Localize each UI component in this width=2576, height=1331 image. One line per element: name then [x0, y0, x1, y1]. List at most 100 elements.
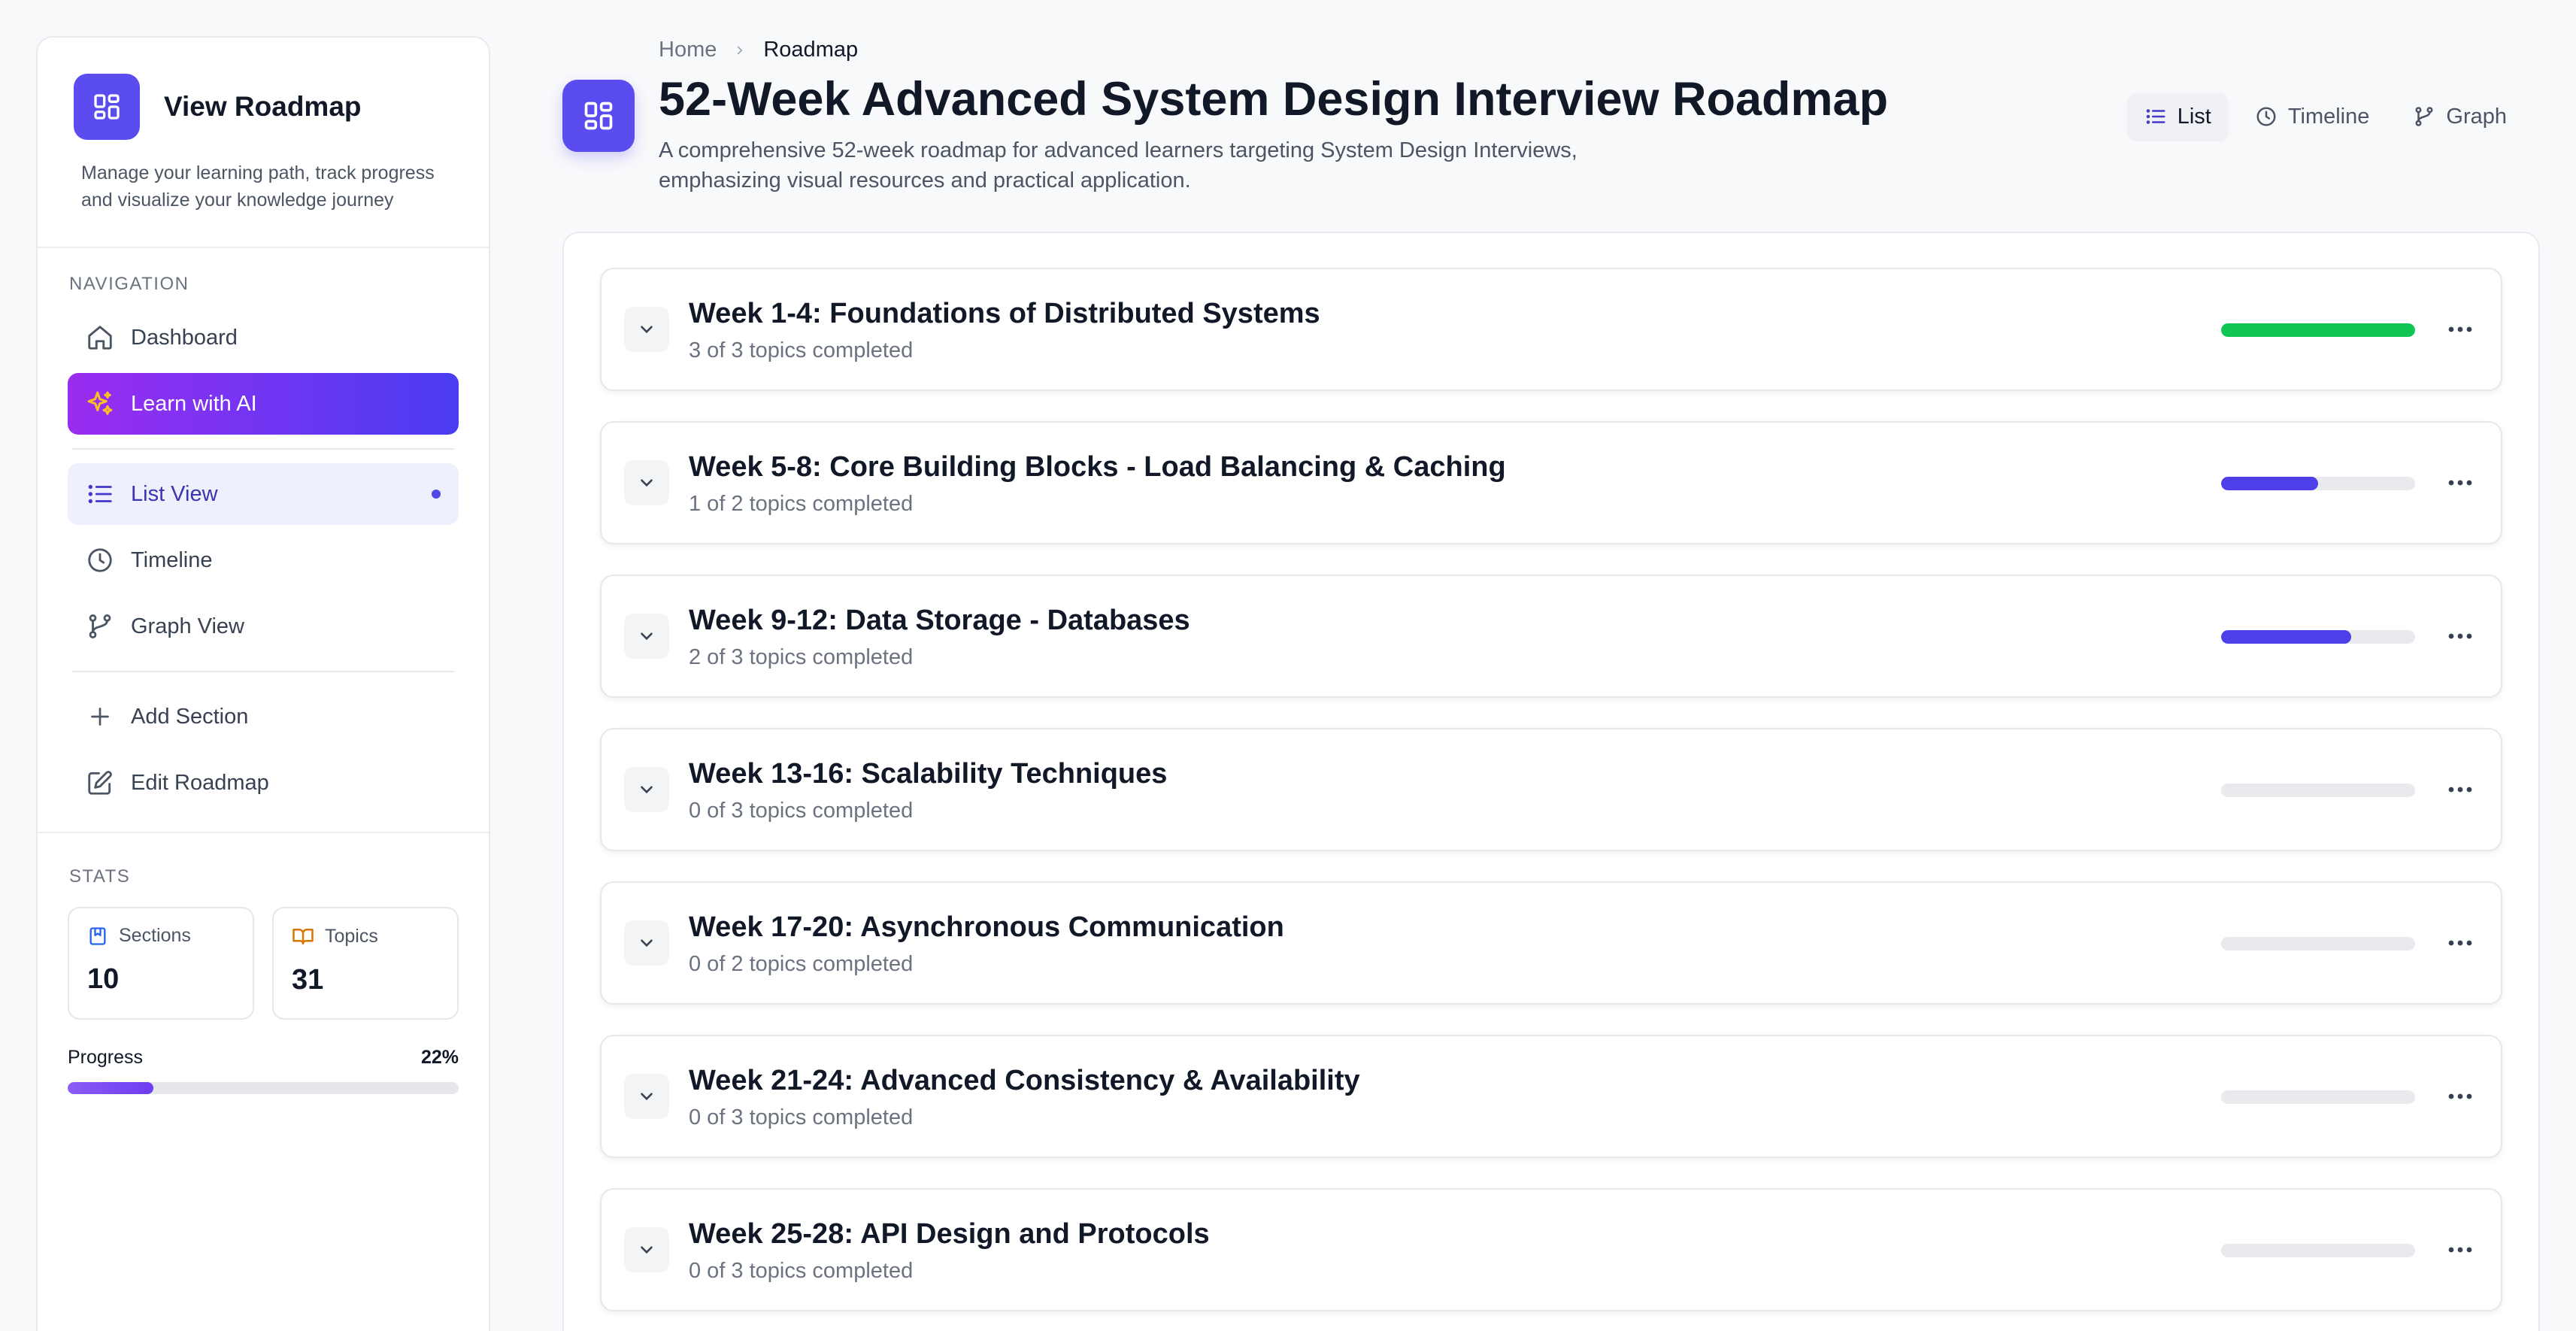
sidebar-description: Manage your learning path, track progres… [81, 162, 435, 211]
view-timeline-label: Timeline [2287, 104, 2370, 129]
stat-cards: Sections 10 Topics 31 [68, 907, 459, 1020]
breadcrumb-current: Roadmap [763, 38, 859, 62]
nav-section-label: NAVIGATION [69, 274, 189, 294]
section-status: 0 of 3 topics completed [689, 799, 914, 823]
sidebar-item-label: Graph View [131, 614, 244, 638]
chevron-down-icon[interactable] [624, 1227, 669, 1272]
list-icon [84, 478, 116, 510]
section-progress-bar [2221, 323, 2415, 337]
section-progress-bar [2221, 937, 2415, 950]
section-progress-fill [2221, 630, 2351, 644]
sidebar-item-label: Add Section [131, 704, 249, 729]
section-title: Week 13-16: Scalability Techniques [689, 758, 1168, 790]
section-title: Week 5-8: Core Building Blocks - Load Ba… [689, 451, 1506, 483]
section-status: 0 of 2 topics completed [689, 952, 914, 976]
sidebar-item-dashboard[interactable]: Dashboard [68, 307, 459, 368]
view-switcher: List Timeline Graph [2127, 93, 2523, 140]
section-status: 0 of 3 topics completed [689, 1105, 914, 1129]
sidebar: View Roadmap Manage your learning path, … [36, 36, 490, 1331]
section-progress-bar [2221, 1090, 2415, 1104]
more-options-icon[interactable] [2441, 775, 2480, 805]
section-progress-bar [2221, 1244, 2415, 1257]
more-options-icon[interactable] [2441, 314, 2480, 344]
chevron-down-icon[interactable] [624, 460, 669, 505]
more-options-icon[interactable] [2441, 468, 2480, 498]
chevron-down-icon[interactable] [624, 1074, 669, 1119]
stat-card-sections: Sections 10 [68, 907, 254, 1020]
page-title: 52-Week Advanced System Design Interview… [659, 73, 1889, 126]
view-list-label: List [2177, 104, 2211, 129]
stat-label: Topics [325, 925, 378, 947]
section-card[interactable]: Week 17-20: Asynchronous Communication 0… [600, 881, 2502, 1005]
stats-panel: STATS Sections 10 Topics 31 Progress 22% [38, 832, 489, 1094]
overall-progress-row: Progress 22% [68, 1047, 459, 1069]
section-progress-bar [2221, 477, 2415, 490]
sidebar-item-edit-roadmap[interactable]: Edit Roadmap [68, 752, 459, 814]
clock-icon [84, 544, 116, 576]
section-title: Week 25-28: API Design and Protocols [689, 1218, 1210, 1250]
section-card[interactable]: Week 9-12: Data Storage - Databases 2 of… [600, 575, 2502, 698]
sidebar-item-graph-view[interactable]: Graph View [68, 596, 459, 657]
overall-progress-bar [68, 1082, 459, 1094]
section-progress-bar [2221, 784, 2415, 797]
page-description: A comprehensive 52-week roadmap for adva… [659, 138, 1577, 193]
breadcrumb-home[interactable]: Home [659, 38, 717, 62]
git-branch-icon [2413, 105, 2435, 128]
chevron-down-icon[interactable] [624, 920, 669, 966]
more-options-icon[interactable] [2441, 1081, 2480, 1111]
progress-percent: 22% [420, 1047, 459, 1068]
sidebar-item-timeline[interactable]: Timeline [68, 529, 459, 591]
sidebar-item-learn-with-ai[interactable]: Learn with AI [68, 373, 459, 435]
bookmark-icon [87, 926, 108, 947]
sparkles-icon [84, 388, 116, 420]
sidebar-item-label: Dashboard [131, 325, 238, 350]
section-status: 0 of 3 topics completed [689, 1259, 914, 1283]
section-card[interactable]: Week 1-4: Foundations of Distributed Sys… [600, 268, 2502, 391]
sidebar-title: View Roadmap [164, 91, 362, 122]
chevron-down-icon[interactable] [624, 614, 669, 659]
page-logo-icon [562, 80, 635, 152]
overall-progress-fill [68, 1082, 154, 1094]
stats-label: STATS [69, 866, 131, 887]
chevron-right-icon [733, 44, 747, 57]
more-options-icon[interactable] [2441, 621, 2480, 651]
nav-divider [72, 448, 454, 450]
breadcrumb: Home Roadmap [659, 38, 858, 62]
list-icon [2144, 105, 2167, 128]
sidebar-item-add-section[interactable]: Add Section [68, 686, 459, 747]
section-card[interactable]: Week 21-24: Advanced Consistency & Avail… [600, 1035, 2502, 1158]
clock-icon [2255, 105, 2277, 128]
stat-header: Sections [87, 925, 235, 947]
view-timeline-button[interactable]: Timeline [2238, 93, 2387, 140]
section-card[interactable]: Week 13-16: Scalability Techniques 0 of … [600, 728, 2502, 851]
more-options-icon[interactable] [2441, 928, 2480, 958]
section-title: Week 1-4: Foundations of Distributed Sys… [689, 298, 1320, 329]
progress-label: Progress [68, 1047, 144, 1068]
section-status: 2 of 3 topics completed [689, 645, 914, 669]
section-title: Week 17-20: Asynchronous Communication [689, 911, 1284, 943]
view-graph-label: Graph [2446, 104, 2507, 129]
section-status: 3 of 3 topics completed [689, 338, 914, 362]
chevron-down-icon[interactable] [624, 307, 669, 352]
more-options-icon[interactable] [2441, 1235, 2480, 1265]
plus-icon [84, 701, 116, 732]
chevron-down-icon[interactable] [624, 767, 669, 812]
view-graph-button[interactable]: Graph [2396, 93, 2523, 140]
sidebar-item-label: List View [131, 481, 218, 506]
sidebar-item-list-view[interactable]: List View [68, 463, 459, 525]
stat-value: 31 [292, 964, 324, 996]
view-list-button[interactable]: List [2127, 93, 2228, 140]
section-progress-fill [2221, 477, 2318, 490]
section-card[interactable]: Week 25-28: API Design and Protocols 0 o… [600, 1188, 2502, 1311]
section-title: Week 21-24: Advanced Consistency & Avail… [689, 1065, 1360, 1096]
git-branch-icon [84, 611, 116, 642]
sidebar-item-label: Timeline [131, 547, 213, 572]
sidebar-nav: NAVIGATION Dashboard Learn with AI List … [38, 248, 489, 814]
nav-divider [72, 671, 454, 672]
sidebar-header: View Roadmap Manage your learning path, … [38, 38, 489, 248]
home-icon [84, 322, 116, 353]
book-open-icon [292, 925, 314, 947]
section-card[interactable]: Week 5-8: Core Building Blocks - Load Ba… [600, 421, 2502, 544]
active-indicator [432, 490, 441, 499]
edit-icon [84, 767, 116, 799]
